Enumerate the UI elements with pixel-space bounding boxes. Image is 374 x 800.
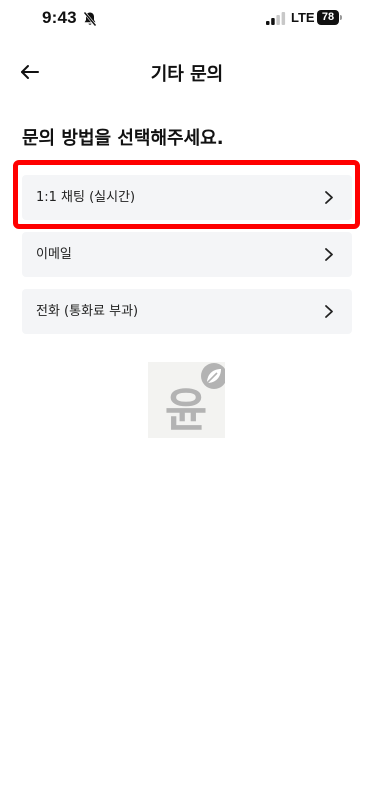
option-label: 이메일 — [36, 247, 72, 262]
chevron-right-icon — [325, 248, 333, 261]
signal-icon — [266, 12, 286, 25]
option-label: 1:1 채팅 (실시간) — [36, 190, 136, 205]
status-bar: 9:43 LTE 78 — [0, 0, 374, 40]
option-label: 전화 (통화료 부과) — [36, 304, 139, 319]
option-phone[interactable]: 전화 (통화료 부과) — [22, 289, 352, 334]
bell-off-icon — [83, 11, 97, 27]
chevron-right-icon — [325, 305, 333, 318]
option-chat[interactable]: 1:1 채팅 (실시간) — [22, 175, 352, 220]
watermark-logo: 윤 — [148, 362, 227, 438]
battery-icon: 78 — [317, 10, 343, 25]
leaf-logo-icon: 윤 — [165, 363, 227, 437]
header: 기타 문의 — [0, 50, 374, 94]
chevron-right-icon — [325, 191, 333, 204]
network-type: LTE — [291, 10, 315, 25]
battery-level: 78 — [317, 10, 339, 25]
option-email[interactable]: 이메일 — [22, 232, 352, 277]
section-heading: 문의 방법을 선택해주세요. — [22, 128, 224, 149]
status-time: 9:43 — [42, 8, 77, 27]
watermark-text: 윤 — [165, 383, 207, 437]
page-title: 기타 문의 — [150, 64, 224, 85]
